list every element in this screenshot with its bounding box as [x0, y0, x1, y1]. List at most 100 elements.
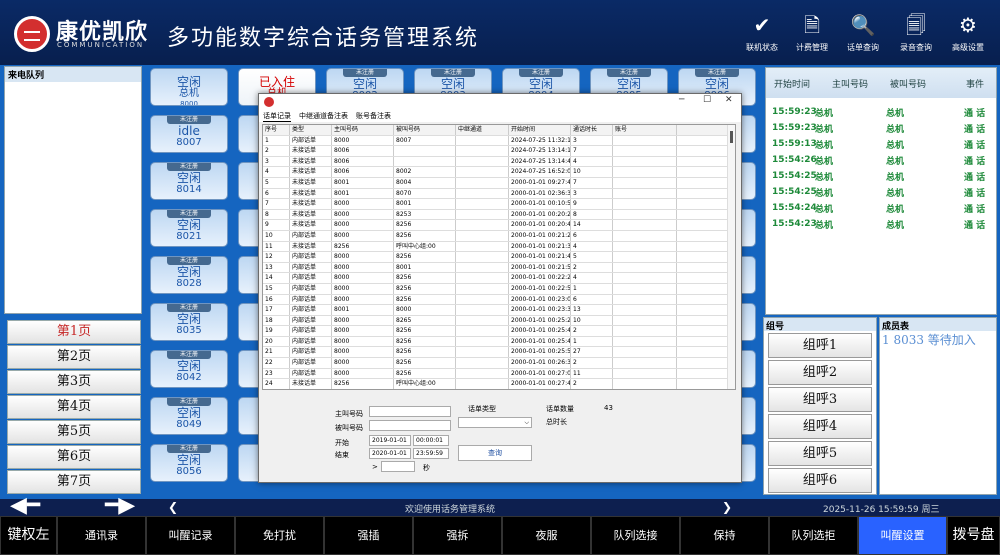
- table-row[interactable]: 23 内部话单 8000 8256 2000-01-01 00:27:04 11: [263, 368, 735, 380]
- toolbar-online-status-button[interactable]: ✔ 联机状态: [737, 12, 787, 53]
- chevron-left-icon[interactable]: ❮: [168, 500, 178, 514]
- table-row[interactable]: 12 内部话单 8000 8256 2000-01-01 00:21:43 5: [263, 252, 735, 263]
- close-icon[interactable]: ✕: [725, 95, 733, 105]
- arrow-right-icon[interactable]: ━▶: [105, 495, 135, 517]
- extension-tile-8021[interactable]: 未注册 空闲 8021: [150, 209, 228, 247]
- table-cell: [456, 336, 509, 347]
- table-scrollbar[interactable]: [727, 125, 735, 389]
- table-row[interactable]: 15 内部话单 8000 8256 2000-01-01 00:22:53 1: [263, 283, 735, 295]
- extension-tile-8042[interactable]: 未注册 空闲 8042: [150, 350, 228, 388]
- toolbar-record-search-button[interactable]: 🔍 话单查询: [838, 12, 888, 53]
- table-row[interactable]: 2 未接话单 8006 2024-07-25 13:14:14 7: [263, 146, 735, 157]
- extension-tile-8056[interactable]: 未注册 空闲 8056: [150, 444, 228, 482]
- table-row[interactable]: 3 未接话单 8006 2024-07-25 13:14:47 4: [263, 156, 735, 168]
- table-row[interactable]: 14 内部话单 8000 8256 2000-01-01 00:22:29 4: [263, 273, 735, 284]
- query-button[interactable]: 查询: [458, 445, 532, 461]
- do-not-disturb-button[interactable]: 免打扰: [235, 516, 324, 555]
- group-call-6-button[interactable]: 组呼6: [768, 468, 872, 493]
- table-cell: [456, 305, 509, 315]
- record-type-select[interactable]: ⌵: [458, 417, 532, 428]
- call-event-row[interactable]: 15:59:23 总机 总机通 话: [766, 120, 996, 136]
- page-button-5[interactable]: 第5页: [7, 420, 141, 444]
- page-button-1[interactable]: 第1页: [7, 320, 141, 344]
- extension-tile-8000[interactable]: 空闲 总机 8000: [150, 68, 228, 106]
- table-row[interactable]: 7 未接话单 8000 8001 2000-01-01 00:10:58 9: [263, 199, 735, 210]
- minimize-icon[interactable]: ─: [679, 95, 684, 105]
- queue-pick-button[interactable]: 队列选接: [591, 516, 680, 555]
- start-date-picker[interactable]: 2019-01-01: [369, 435, 411, 446]
- member-row[interactable]: 1 8033 等待加入: [880, 331, 996, 348]
- call-event-header: 开始时间 主叫号码 被叫号码 事件: [766, 68, 996, 98]
- page-button-4[interactable]: 第4页: [7, 395, 141, 419]
- call-event-row[interactable]: 15:54:24 总机 总机通 话: [766, 200, 996, 216]
- call-event-row[interactable]: 15:54:23 总机 总机通 话: [766, 216, 996, 232]
- table-cell: [456, 379, 509, 389]
- table-row[interactable]: 8 未接话单 8000 8253 2000-01-01 00:20:22 8: [263, 209, 735, 221]
- key-right-left-button[interactable]: 键权左: [0, 516, 57, 555]
- caller-input[interactable]: [369, 406, 451, 417]
- wakeup-settings-button[interactable]: 叫醒设置: [858, 516, 947, 555]
- group-call-1-button[interactable]: 组呼1: [768, 333, 872, 358]
- table-row[interactable]: 19 内部话单 8000 8256 2000-01-01 00:25:43 2: [263, 326, 735, 337]
- queue-reject-button[interactable]: 队列选拒: [769, 516, 858, 555]
- extension-tile-8028[interactable]: 未注册 空闲 8028: [150, 256, 228, 294]
- night-service-button[interactable]: 夜服: [502, 516, 591, 555]
- toolbar-recording-search-button[interactable]: 🗐 录音查询: [891, 12, 941, 53]
- call-event-row[interactable]: 15:54:25 总机 总机通 话: [766, 184, 996, 200]
- callee-input[interactable]: [369, 420, 451, 431]
- table-row[interactable]: 21 内部话单 8000 8256 2000-01-01 00:25:55 27: [263, 347, 735, 359]
- page-button-2[interactable]: 第2页: [7, 345, 141, 369]
- table-row[interactable]: 22 内部话单 8000 8256 2000-01-01 00:26:30 2: [263, 358, 735, 369]
- table-cell: [613, 167, 677, 177]
- table-cell: 2000-01-01 09:27:43: [511, 177, 571, 188]
- extension-tile-8035[interactable]: 未注册 空闲 8035: [150, 303, 228, 341]
- call-event-row[interactable]: 15:54:25 总机 总机通 话: [766, 168, 996, 184]
- toolbar-billing-button[interactable]: 🗎 计费管理: [787, 12, 837, 53]
- tab-account-notes[interactable]: 账号备注表: [356, 111, 391, 121]
- table-row[interactable]: 24 未接话单 8256 呼叫中心组:00 2000-01-01 00:27:46 2: [263, 379, 735, 389]
- call-event-row[interactable]: 15:59:13 总机 总机通 话: [766, 136, 996, 152]
- table-row[interactable]: 10 内部话单 8000 8256 2000-01-01 00:21:22 6: [263, 230, 735, 242]
- tab-trunk-notes[interactable]: 中继通道备注表: [299, 111, 348, 121]
- group-call-3-button[interactable]: 组呼3: [768, 387, 872, 412]
- start-time-picker[interactable]: 00:00:01: [413, 435, 449, 446]
- table-row[interactable]: 16 内部话单 8000 8256 2000-01-01 00:23:09 6: [263, 294, 735, 306]
- page-button-7[interactable]: 第7页: [7, 470, 141, 494]
- table-cell: 8001: [332, 177, 394, 188]
- barge-in-button[interactable]: 强插: [324, 516, 413, 555]
- call-event-row[interactable]: 15:59:23 总机 总机通 话: [766, 104, 996, 120]
- extension-tile-8049[interactable]: 未注册 空闲 8049: [150, 397, 228, 435]
- table-row[interactable]: 4 未接话单 8006 8002 2024-07-25 16:52:01 10: [263, 167, 735, 178]
- dial-pad-button[interactable]: 拨号盘: [947, 516, 1000, 555]
- extension-tile-8014[interactable]: 未注册 空闲 8014: [150, 162, 228, 200]
- maximize-icon[interactable]: ☐: [703, 95, 711, 105]
- contacts-button[interactable]: 通讯录: [57, 516, 146, 555]
- table-row[interactable]: 20 内部话单 8000 8256 2000-01-01 00:25:47 1: [263, 336, 735, 348]
- table-row[interactable]: 6 未接话单 8001 8070 2000-01-01 02:36:39 3: [263, 188, 735, 200]
- toolbar-settings-button[interactable]: ⚙ 高级设置: [943, 12, 993, 53]
- group-call-5-button[interactable]: 组呼5: [768, 441, 872, 466]
- table-row[interactable]: 13 内部话单 8000 8001 2000-01-01 00:21:55 2: [263, 262, 735, 274]
- call-event-row[interactable]: 15:54:26 总机 总机通 话: [766, 152, 996, 168]
- extension-tile-8007[interactable]: 未注册 idle 8007: [150, 115, 228, 153]
- table-row[interactable]: 5 未接话单 8001 8004 2000-01-01 09:27:43 7: [263, 177, 735, 189]
- chevron-right-icon[interactable]: ❯: [722, 500, 732, 514]
- table-row[interactable]: 1 内部话单 8000 8007 2024-07-25 11:32:16 3: [263, 135, 735, 147]
- table-row[interactable]: 18 内部话单 8000 8265 2000-01-01 00:25:28 10: [263, 315, 735, 327]
- page-button-3[interactable]: 第3页: [7, 370, 141, 394]
- force-release-button[interactable]: 强拆: [413, 516, 502, 555]
- end-time-picker[interactable]: 23:59:59: [413, 448, 449, 459]
- total-duration-label: 总时长: [546, 418, 567, 426]
- group-call-4-button[interactable]: 组呼4: [768, 414, 872, 439]
- wakeup-records-button[interactable]: 叫醒记录: [146, 516, 235, 555]
- tab-call-records[interactable]: 话单记录: [263, 111, 291, 122]
- group-call-2-button[interactable]: 组呼2: [768, 360, 872, 385]
- page-button-6[interactable]: 第6页: [7, 445, 141, 469]
- table-row[interactable]: 11 未接话单 8256 呼叫中心组:00 2000-01-01 00:21:37 4: [263, 241, 735, 253]
- arrow-left-icon[interactable]: ◀━: [10, 495, 40, 517]
- table-row[interactable]: 9 未接话单 8000 8256 2000-01-01 00:20:45 14: [263, 220, 735, 231]
- table-row[interactable]: 17 内部话单 8001 8000 2000-01-01 00:23:39 13: [263, 305, 735, 316]
- hold-button[interactable]: 保持: [680, 516, 769, 555]
- duration-input[interactable]: [381, 461, 415, 472]
- end-date-picker[interactable]: 2020-01-01: [369, 448, 411, 459]
